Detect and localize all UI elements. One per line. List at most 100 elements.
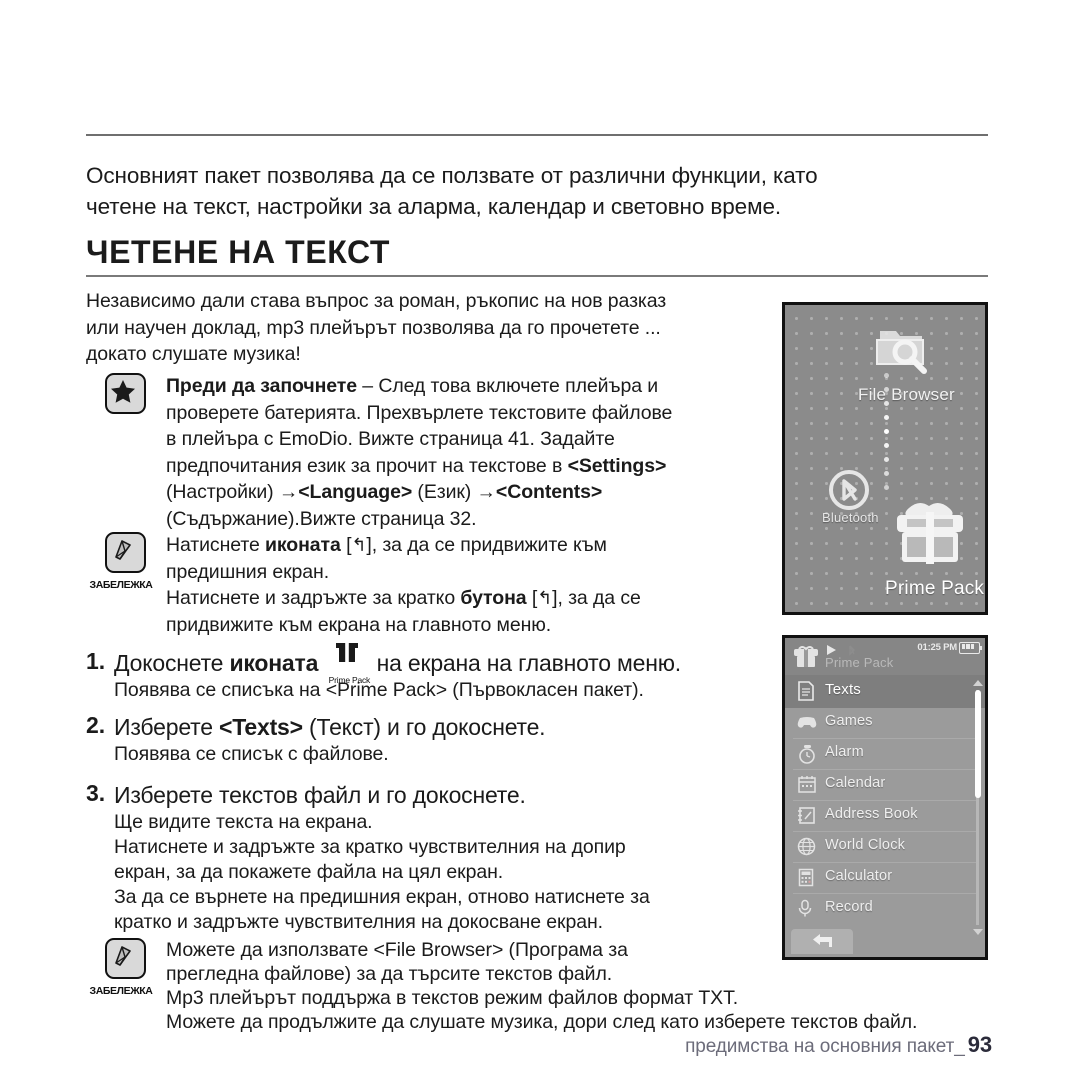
step-1-sub: Появява се списъка на <Prime Pack> (Първ…	[114, 679, 644, 701]
intro-line-2: четене на текст, настройки за аларма, ка…	[86, 194, 782, 219]
note-icon-wrap-top: ЗАБЕЛЕЖКА	[86, 532, 164, 591]
scroll-down-arrow-icon[interactable]	[973, 929, 983, 935]
step-2-number: 2.	[86, 712, 106, 738]
note-bottom-line-2: прегледна файлове) за да търсите текстов…	[166, 963, 613, 985]
lead-line-3: докато слушате музика!	[86, 343, 301, 365]
alarm-clock-icon	[797, 744, 817, 769]
status-time: 01:25 PM	[917, 642, 957, 653]
step-2-sub: Появява се списък с файлове.	[114, 743, 389, 765]
note-bottom-line-3: Mp3 плейърът поддържа в текстов режим фа…	[166, 987, 739, 1009]
lead-line-2: или научен доклад, mp3 плейърът позволяв…	[86, 316, 661, 339]
list-item-games[interactable]: Games	[793, 708, 977, 739]
byс-dash: –	[356, 375, 379, 397]
section-divider	[86, 275, 988, 277]
note-caption-bottom: ЗАБЕЛЕЖКА	[89, 985, 153, 997]
step-1: 1. Докоснете иконата Prime Pack на екран…	[86, 641, 776, 703]
note-pencil-icon	[104, 532, 146, 573]
list-item-label: Alarm	[825, 744, 864, 760]
nt-l3a: Натиснете и задръжте за кратко	[166, 587, 461, 609]
scrollbar[interactable]	[973, 680, 983, 935]
gift-icon: Prime Pack	[324, 641, 370, 685]
byс-t4a: предпочитания език за прочит на текстове…	[166, 454, 568, 477]
before-you-start-note: Преди да започнете – След това включете …	[86, 373, 786, 532]
s3-sub-3: екран, за да покажете файла на цял екран…	[114, 861, 504, 883]
gamepad-icon	[797, 713, 817, 736]
byс-settings: <Settings>	[567, 454, 667, 477]
prime-pack-list-screen[interactable]: 01:25 PM Prime Pack Texts Games Alarm Ca…	[782, 635, 988, 960]
byс-line-5: (Настройки) →<Language> (Език) →<Content…	[166, 479, 786, 506]
list-item-alarm[interactable]: Alarm	[793, 739, 977, 770]
nt-l1d: ], за да се придвижите към	[366, 534, 607, 556]
file-browser-label: File Browser	[858, 385, 955, 404]
main-menu-screen[interactable]: File Browser Bluetooth Prime Pack	[782, 302, 988, 615]
byс-title: Преди да започнете	[166, 375, 357, 397]
file-browser-icon[interactable]	[872, 319, 934, 380]
note-pencil-icon-bottom	[104, 938, 146, 979]
step-2: 2. Изберете <Texts> (Текст) и го докосне…	[86, 712, 776, 767]
s1-b: иконата	[229, 650, 319, 676]
arrow-icon-2: →	[476, 481, 497, 503]
page-number: 93	[967, 1032, 992, 1057]
calculator-icon	[797, 868, 815, 892]
prime-pack-icon[interactable]	[889, 498, 971, 575]
list-item-calendar[interactable]: Calendar	[793, 770, 977, 801]
address-book-icon	[797, 806, 816, 830]
gift-icon-caption: Prime Pack	[328, 675, 371, 685]
byс-contents: <Contents>	[495, 481, 603, 503]
list-item-label: Calculator	[825, 868, 893, 884]
s3-sub-5: кратко и задръжте чувствителния на докос…	[114, 911, 603, 933]
document-icon	[797, 681, 815, 706]
byс-t1: След това включете плейъра и	[378, 375, 659, 397]
scrollbar-thumb[interactable]	[975, 690, 981, 798]
note-block-top: ЗАБЕЛЕЖКА Натиснете иконата [↰], за да с…	[86, 532, 786, 638]
step-3-main: Изберете текстов файл и го докоснете.	[114, 782, 526, 808]
s3-sub-1: Ще видите текста на екрана.	[114, 811, 373, 833]
star-icon-wrap	[86, 373, 164, 419]
back-arrow-icon-2: ↰	[537, 588, 553, 608]
step-3-number: 3.	[86, 780, 106, 806]
list-item-record[interactable]: Record	[793, 894, 977, 925]
byс-language: <Language>	[298, 481, 413, 503]
nt-l1c: [	[340, 534, 352, 556]
note-top-line-2: предишния екран.	[166, 560, 330, 583]
note-top-line-4: придвижите към екрана на главното меню.	[166, 613, 552, 636]
lead-line-1: Независимо дали става въпрос за роман, р…	[86, 290, 667, 312]
menu-list[interactable]: Texts Games Alarm Calendar Address Book …	[785, 675, 985, 925]
byс-line-3: в плейъра с EmoDio. Вижте страница 41. З…	[166, 428, 615, 450]
lead-paragraph: Независимо дали става въпрос за роман, р…	[86, 288, 776, 368]
note-caption-top: ЗАБЕЛЕЖКА	[89, 579, 153, 591]
prime-pack-label: Prime Pack	[885, 578, 985, 599]
byс-line-6: (Съдържание).Вижте страница 32.	[166, 507, 477, 530]
nt-l1b: иконата	[265, 534, 341, 556]
note-top-line-3: Натиснете и задръжте за кратко бутона [↰…	[166, 585, 786, 612]
status-gift-icon	[793, 644, 819, 673]
list-item-address-book[interactable]: Address Book	[793, 801, 977, 832]
list-item-label: Texts	[825, 681, 862, 698]
globe-icon	[797, 837, 816, 861]
list-item-label: Record	[825, 899, 873, 915]
step-2-main: Изберете <Texts> (Текст) и го докоснете.	[114, 712, 776, 742]
bluetooth-label: Bluetooth	[822, 510, 879, 525]
nt-l3b: бутона	[460, 587, 527, 609]
list-item-texts[interactable]: Texts	[785, 675, 985, 708]
byс-line-2: проверете батерията. Прехвърлете текстов…	[166, 401, 673, 424]
list-item-calculator[interactable]: Calculator	[793, 863, 977, 894]
byс-line-4: предпочитания език за прочит на текстове…	[166, 453, 786, 480]
nt-l3d: ], за да се	[552, 587, 641, 609]
back-arrow-icon	[813, 934, 832, 947]
list-item-world-clock[interactable]: World Clock	[793, 832, 977, 863]
screen-title: Prime Pack	[825, 655, 894, 670]
note-icon-wrap-bottom: ЗАБЕЛЕЖКА	[86, 938, 164, 997]
footer-text: предимства на основния пакет_	[685, 1036, 965, 1057]
back-button[interactable]	[791, 929, 853, 954]
intro-paragraph: Основният пакет позволява да се ползвате…	[86, 160, 991, 222]
byс-line-1: Преди да започнете – След това включете …	[166, 373, 786, 400]
note-bottom-line-4: Можете да продължите да слушате музика, …	[166, 1011, 918, 1033]
scroll-up-arrow-icon[interactable]	[973, 680, 983, 686]
list-item-label: Calendar	[825, 775, 886, 791]
note-top-line-1: Натиснете иконата [↰], за да се придвижи…	[166, 532, 786, 559]
manual-page: Основният пакет позволява да се ползвате…	[0, 0, 1080, 1080]
calendar-icon	[797, 775, 817, 799]
arrow-icon-1: →	[278, 481, 299, 503]
s3-sub-2: Натиснете и задръжте за кратко чувствите…	[114, 836, 626, 858]
